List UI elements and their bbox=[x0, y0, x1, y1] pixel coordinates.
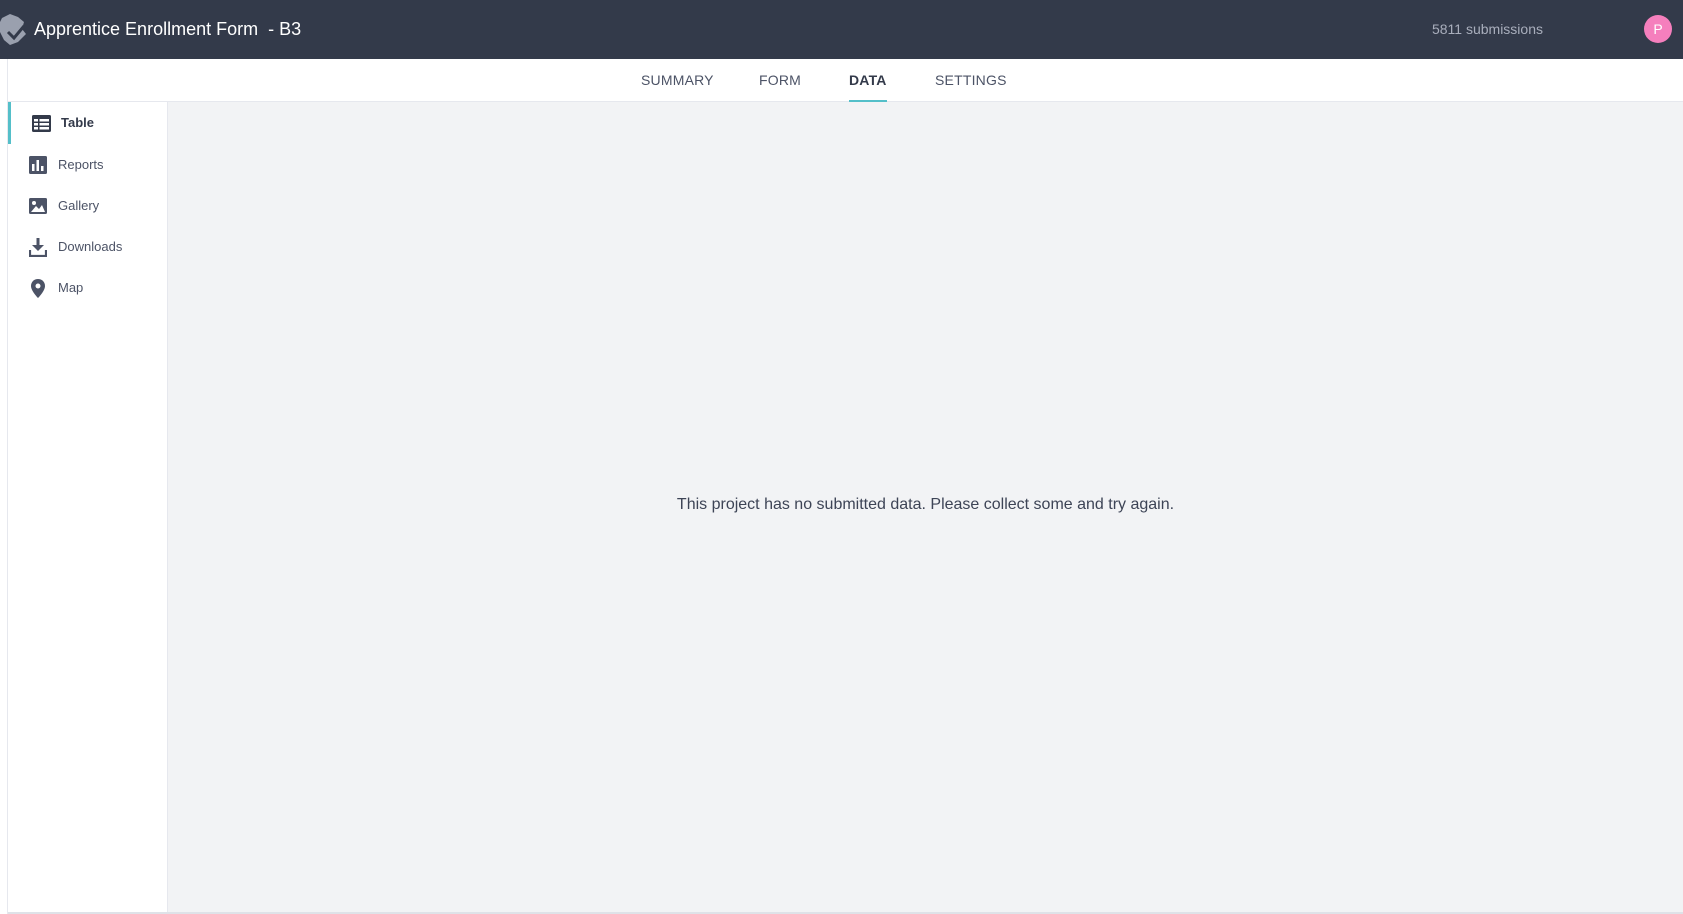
data-content-area: This project has no submitted data. Plea… bbox=[168, 102, 1683, 914]
sidebar-item-label: Reports bbox=[58, 157, 104, 172]
map-pin-icon bbox=[28, 278, 48, 298]
bar-chart-icon bbox=[28, 155, 48, 175]
left-edge-divider bbox=[0, 59, 8, 914]
app-window: Apprentice Enrollment Form - B3 5811 sub… bbox=[0, 0, 1683, 914]
empty-state-message: This project has no submitted data. Plea… bbox=[676, 496, 1175, 513]
download-icon bbox=[28, 237, 48, 257]
tab-form[interactable]: FORM bbox=[759, 59, 801, 102]
top-header: Apprentice Enrollment Form - B3 5811 sub… bbox=[0, 0, 1683, 59]
sidebar-item-map[interactable]: Map bbox=[8, 267, 168, 309]
table-icon bbox=[31, 113, 51, 133]
tab-bar: SUMMARY FORM DATA SETTINGS bbox=[8, 59, 1683, 103]
sidebar-item-label: Downloads bbox=[58, 239, 123, 254]
submission-count: 5811 submissions bbox=[1431, 21, 1543, 37]
sidebar-item-label: Map bbox=[58, 280, 84, 295]
sidebar-item-label: Gallery bbox=[58, 198, 100, 213]
sidebar-item-reports[interactable]: Reports bbox=[8, 144, 168, 186]
app-title: Apprentice Enrollment Form - B3 bbox=[34, 19, 302, 39]
tab-data[interactable]: DATA bbox=[849, 59, 887, 103]
sidebar-item-table[interactable]: Table bbox=[8, 102, 168, 144]
sidebar-item-downloads[interactable]: Downloads bbox=[8, 226, 168, 268]
sidebar-item-gallery[interactable]: Gallery bbox=[8, 185, 168, 227]
tab-summary[interactable]: SUMMARY bbox=[641, 59, 714, 102]
data-sidebar: Table Reports Gallery Downloads Map bbox=[8, 102, 168, 914]
tab-settings[interactable]: SETTINGS bbox=[935, 59, 1007, 102]
avatar[interactable]: P bbox=[1644, 15, 1672, 43]
kobo-logo-icon[interactable] bbox=[0, 12, 28, 46]
sidebar-item-label: Table bbox=[61, 115, 94, 130]
image-icon bbox=[28, 196, 48, 216]
